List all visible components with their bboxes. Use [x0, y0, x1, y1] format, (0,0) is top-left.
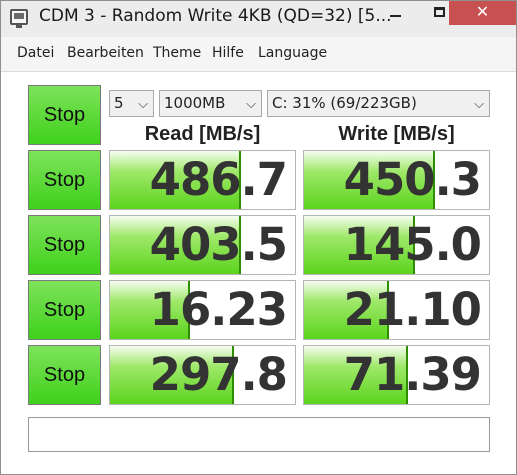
write-value: 21.10 — [343, 283, 482, 336]
menu-hilfe[interactable]: Hilfe — [212, 45, 244, 61]
read-value: 297.8 — [149, 348, 288, 401]
drive-select[interactable]: C: 31% (69/223GB) ⌵ — [267, 90, 490, 117]
read-result-cell: 486.7 — [109, 150, 296, 210]
title-bar[interactable]: CDM 3 - Random Write 4KB (QD=32) [5... ✕ — [1, 1, 516, 37]
menu-theme[interactable]: Theme — [153, 45, 201, 61]
write-value: 145.0 — [343, 218, 482, 271]
test-size-select[interactable]: 1000MB ⌵ — [159, 90, 262, 117]
stop-button[interactable]: Stop — [28, 215, 101, 275]
chevron-down-icon: ⌵ — [474, 97, 484, 112]
menu-bar: Datei Bearbeiten Theme Hilfe Language — [1, 37, 516, 72]
menu-bearbeiten[interactable]: Bearbeiten — [67, 45, 144, 61]
write-value: 450.3 — [343, 153, 482, 206]
read-result-cell: 297.8 — [109, 345, 296, 405]
write-result-cell: 145.0 — [303, 215, 490, 275]
app-icon — [10, 9, 28, 28]
write-result-cell: 450.3 — [303, 150, 490, 210]
read-column-header: Read [MB/s] — [144, 123, 261, 145]
stop-all-button[interactable]: Stop — [28, 85, 101, 145]
status-bar — [28, 417, 490, 452]
read-value: 403.5 — [149, 218, 288, 271]
window-title: CDM 3 - Random Write 4KB (QD=32) [5... — [39, 6, 392, 26]
menu-language[interactable]: Language — [258, 45, 327, 61]
write-value: 71.39 — [343, 348, 482, 401]
minimize-button[interactable] — [374, 1, 418, 25]
test-size-value: 1000MB — [164, 94, 226, 112]
read-result-cell: 16.23 — [109, 280, 296, 340]
read-value: 16.23 — [149, 283, 288, 336]
close-button[interactable]: ✕ — [449, 1, 516, 25]
write-result-cell: 71.39 — [303, 345, 490, 405]
read-value: 486.7 — [149, 153, 288, 206]
test-count-value: 5 — [114, 94, 124, 112]
test-count-select[interactable]: 5 ⌵ — [109, 90, 154, 117]
write-column-header: Write [MB/s] — [338, 123, 455, 145]
app-window: CDM 3 - Random Write 4KB (QD=32) [5... ✕… — [0, 0, 517, 475]
stop-button[interactable]: Stop — [28, 280, 101, 340]
maximize-icon — [434, 7, 445, 17]
chevron-down-icon: ⌵ — [138, 97, 148, 112]
read-result-cell: 403.5 — [109, 215, 296, 275]
chevron-down-icon: ⌵ — [246, 97, 256, 112]
write-result-cell: 21.10 — [303, 280, 490, 340]
stop-button[interactable]: Stop — [28, 345, 101, 405]
minimize-icon — [390, 15, 401, 17]
benchmark-panel: Stop 5 ⌵ 1000MB ⌵ C: 31% (69/223GB) ⌵ Re… — [1, 72, 516, 474]
close-icon: ✕ — [475, 2, 490, 21]
drive-value: C: 31% (69/223GB) — [272, 94, 417, 112]
menu-datei[interactable]: Datei — [17, 45, 54, 61]
stop-button[interactable]: Stop — [28, 150, 101, 210]
